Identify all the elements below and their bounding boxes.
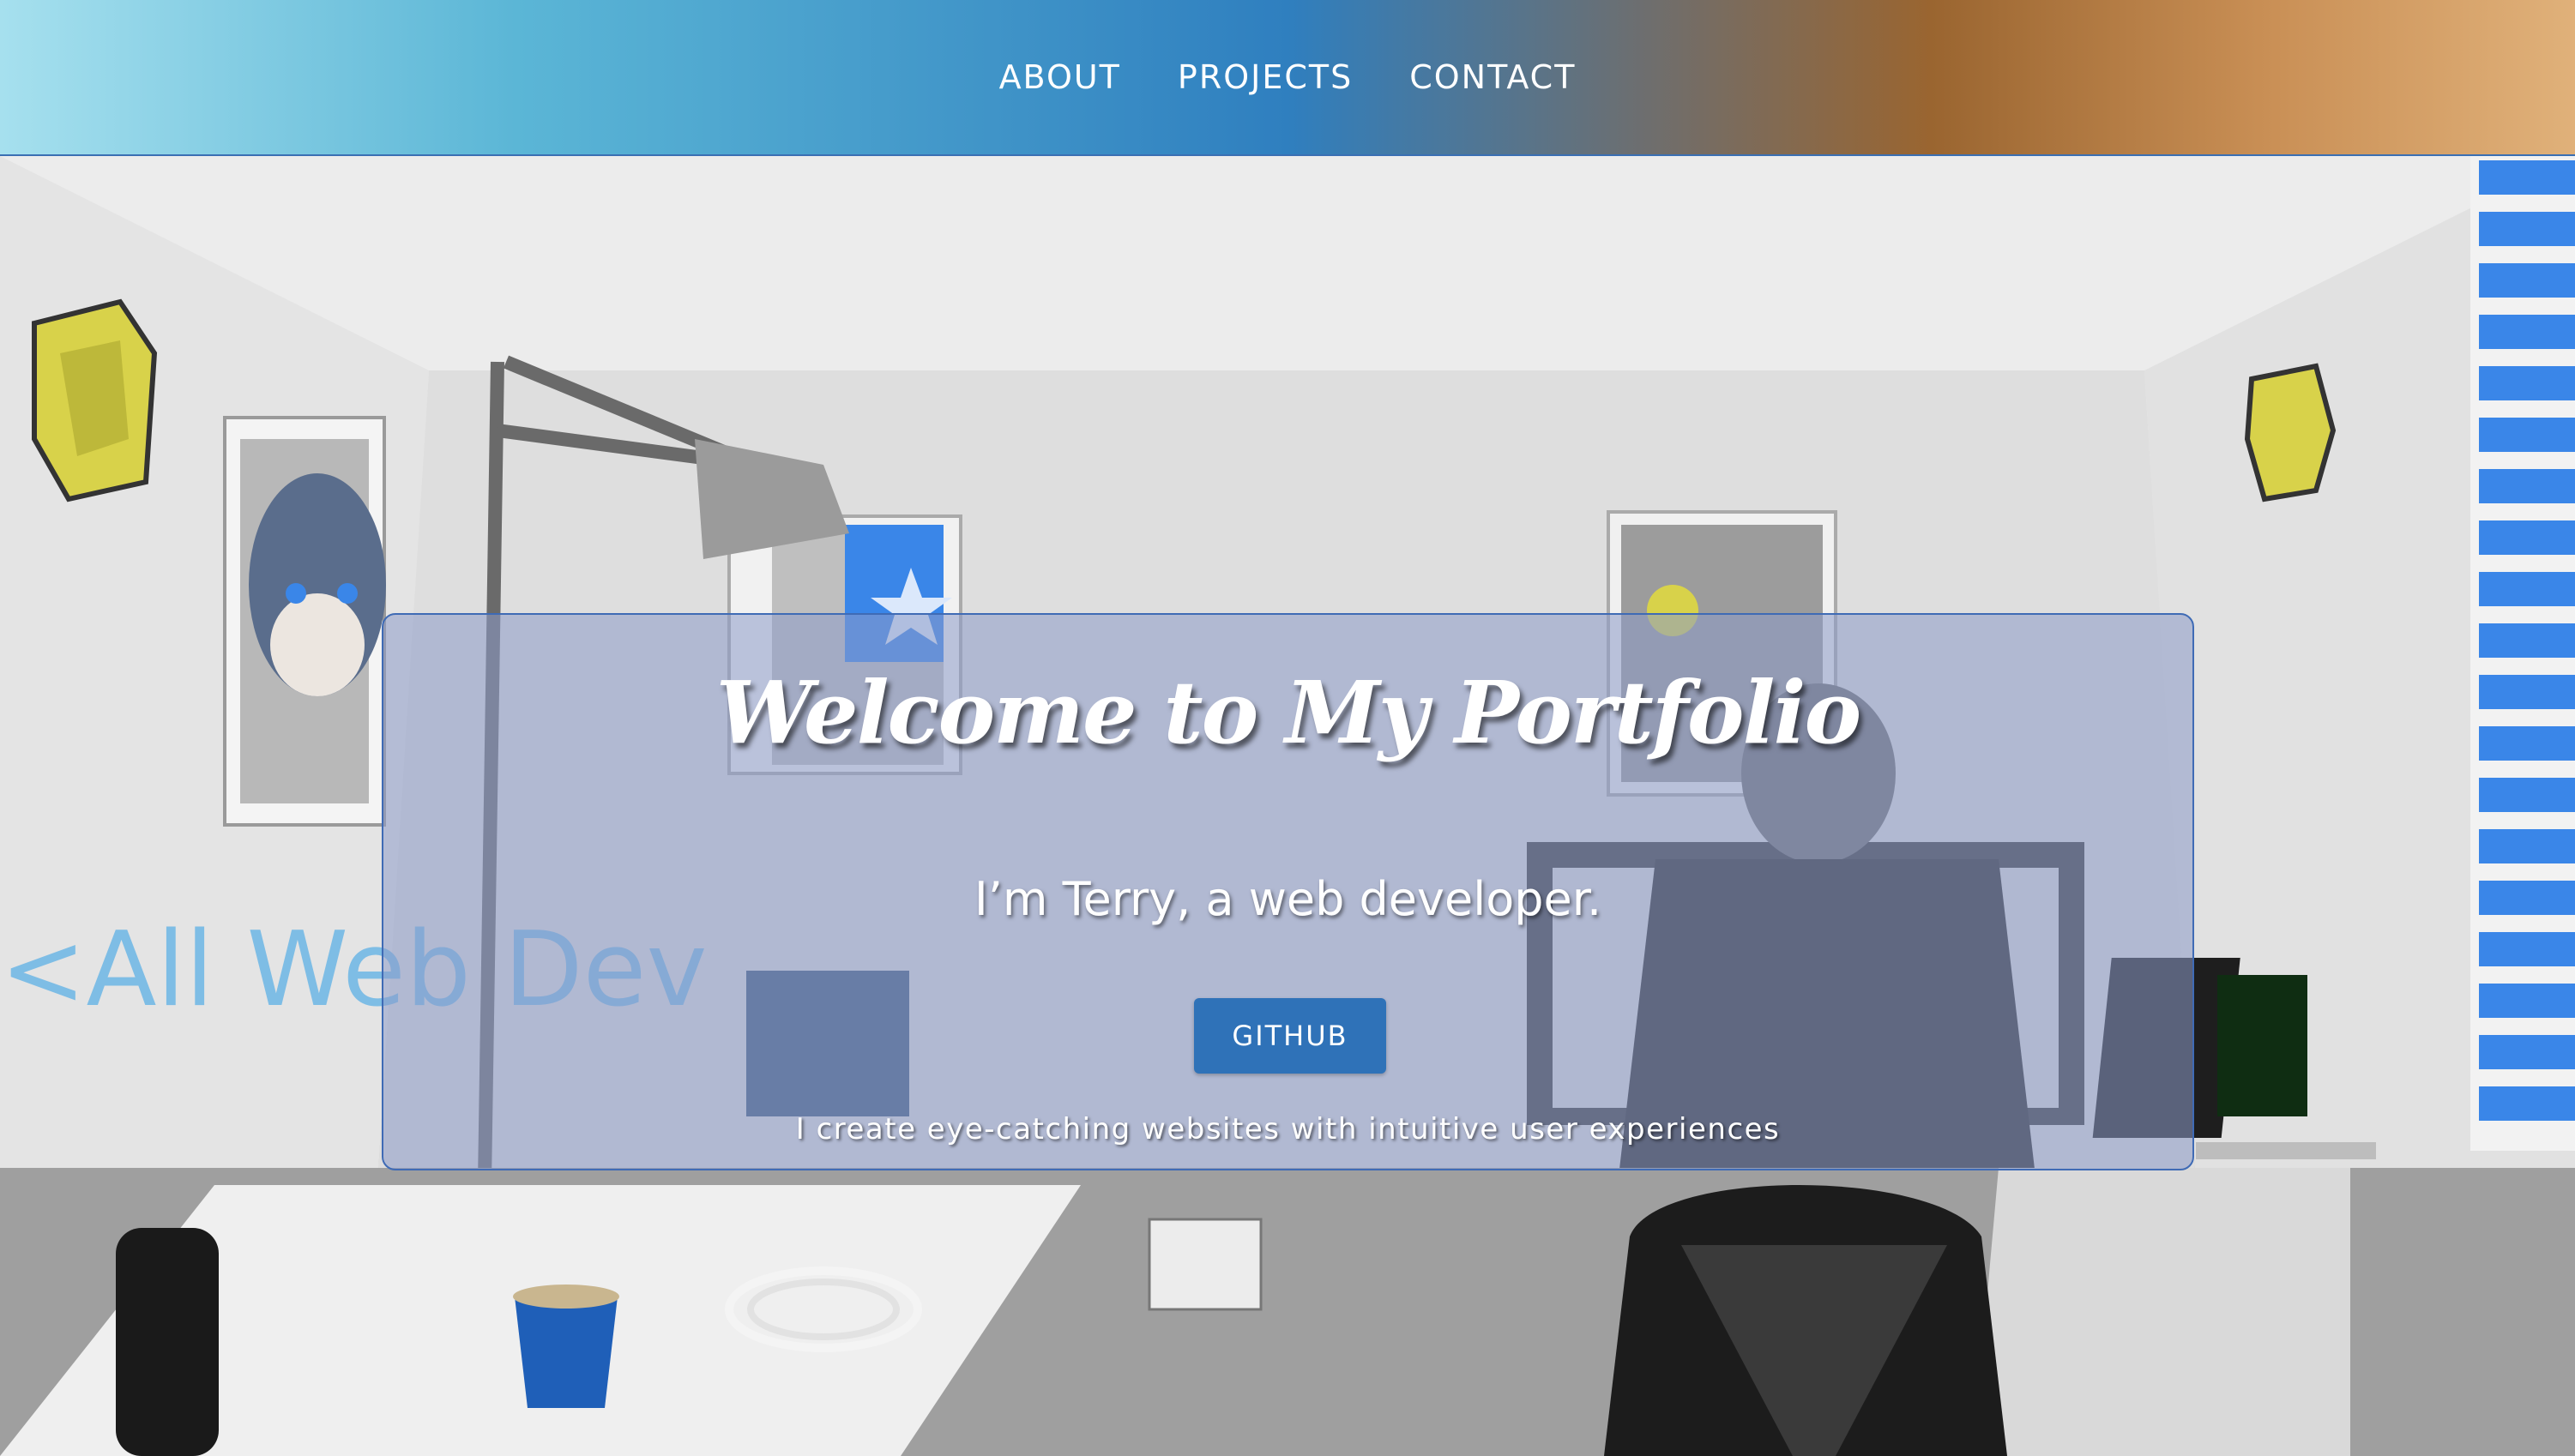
window-blinds xyxy=(2470,156,2575,1151)
github-button[interactable]: GITHUB xyxy=(1194,998,1386,1074)
hero-tagline: I create eye-catching websites with intu… xyxy=(795,1112,1781,1146)
hero-card: Welcome to My Portfolio I’m Terry, a web… xyxy=(382,613,2194,1170)
speaker xyxy=(116,1228,219,1456)
nav-contact-link[interactable]: CONTACT xyxy=(1409,58,1576,96)
office-chair xyxy=(1604,1185,2007,1456)
left-wall-lamp xyxy=(32,298,158,502)
wall-outlet xyxy=(1148,1218,1263,1311)
hero-subtitle: I’m Terry, a web developer. xyxy=(974,872,1602,926)
blue-cup xyxy=(515,1297,618,1408)
right-wall-lamp xyxy=(2244,363,2337,502)
nav-about-link[interactable]: ABOUT xyxy=(999,58,1121,96)
nav-projects-link[interactable]: PROJECTS xyxy=(1178,58,1353,96)
left-poster xyxy=(223,416,386,827)
hero-title: Welcome to My Portfolio xyxy=(715,662,1861,763)
top-navbar: ABOUT PROJECTS CONTACT xyxy=(0,0,2575,156)
